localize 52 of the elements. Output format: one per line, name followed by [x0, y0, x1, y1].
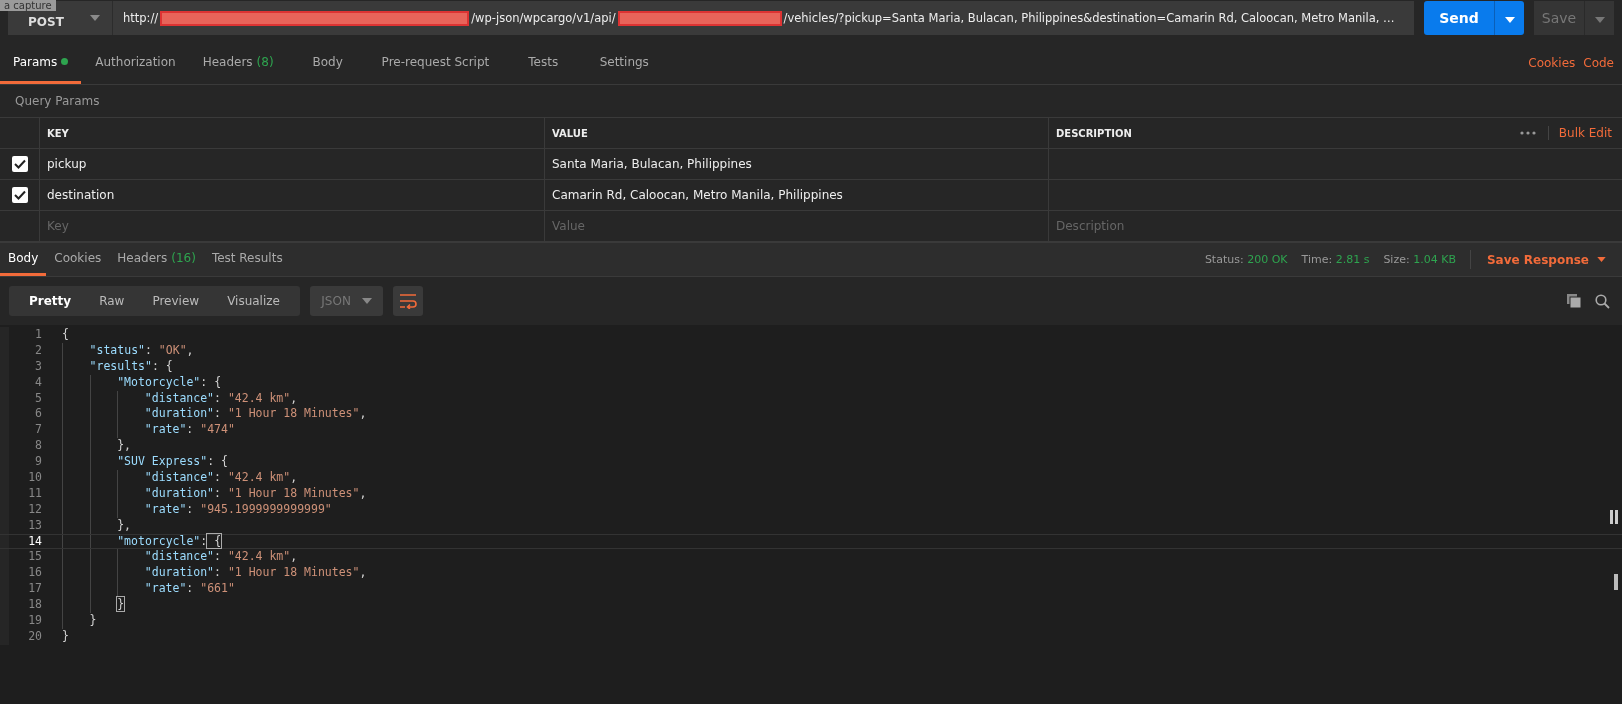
line-number: 19: [0, 613, 42, 629]
line-number: 15: [0, 549, 42, 566]
line-number: 2: [0, 342, 42, 359]
line-number: 20: [0, 628, 42, 645]
code-line: "results": {: [89, 358, 173, 375]
code-line: "distance": "42.4 km",: [144, 390, 298, 407]
response-stat: Time: 2.81 s: [1301, 253, 1370, 266]
code-line: "Motorcycle": {: [117, 374, 222, 391]
capture-tooltip: a capture: [0, 0, 56, 11]
response-stat: Status: 200 OK: [1204, 253, 1288, 266]
line-number: 9: [0, 454, 42, 470]
code-line: "rate": "474": [144, 422, 235, 439]
code-line: "rate": "661": [144, 581, 235, 598]
response-stat: Size: 1.04 KB: [1383, 253, 1456, 266]
table-cell: Camarin Rd, Caloocan, Metro Manila, Philippines: [552, 188, 843, 202]
column-header: VALUE: [552, 127, 588, 139]
code-line: }: [117, 597, 125, 614]
line-number: 13: [0, 517, 42, 534]
line-number: 12: [0, 501, 42, 518]
line-number: 8: [0, 438, 42, 455]
code-line: "motorcycle": {: [117, 534, 222, 549]
column-header: KEY: [47, 127, 69, 139]
table-cell: destination: [47, 188, 115, 202]
line-number: 16: [0, 565, 42, 582]
code-line: "duration": "1 Hour 18 Minutes",: [144, 485, 367, 502]
code-line: }: [89, 613, 97, 629]
table-cell: Santa Maria, Bulacan, Philippines: [552, 157, 752, 171]
code-line: "status": "OK",: [89, 342, 194, 359]
line-number: 1: [0, 327, 42, 343]
code-line: },: [117, 438, 132, 455]
line-number: 17: [0, 581, 42, 598]
table-cell: pickup: [47, 157, 87, 171]
line-number: 14: [0, 534, 42, 549]
line-number: 7: [0, 422, 42, 439]
code-line: "duration": "1 Hour 18 Minutes",: [144, 565, 367, 582]
line-number: 11: [0, 485, 42, 502]
line-number: 10: [0, 470, 42, 486]
code-line: "distance": "42.4 km",: [144, 470, 298, 486]
code-line: "rate": "945.1999999999999": [144, 501, 332, 518]
line-number: 3: [0, 358, 42, 375]
code-line: "SUV Express": {: [117, 454, 228, 470]
line-number: 5: [0, 390, 42, 407]
line-number: 18: [0, 597, 42, 614]
code-line: "distance": "42.4 km",: [144, 549, 298, 566]
code-line: "duration": "1 Hour 18 Minutes",: [144, 406, 367, 423]
line-number: 6: [0, 406, 42, 423]
code-line: },: [117, 517, 132, 534]
code-line: }: [62, 628, 69, 645]
code-line: {: [62, 327, 69, 343]
column-header: DESCRIPTION: [1056, 127, 1132, 139]
section-title: Query Params: [15, 94, 100, 108]
line-number: 4: [0, 374, 42, 391]
